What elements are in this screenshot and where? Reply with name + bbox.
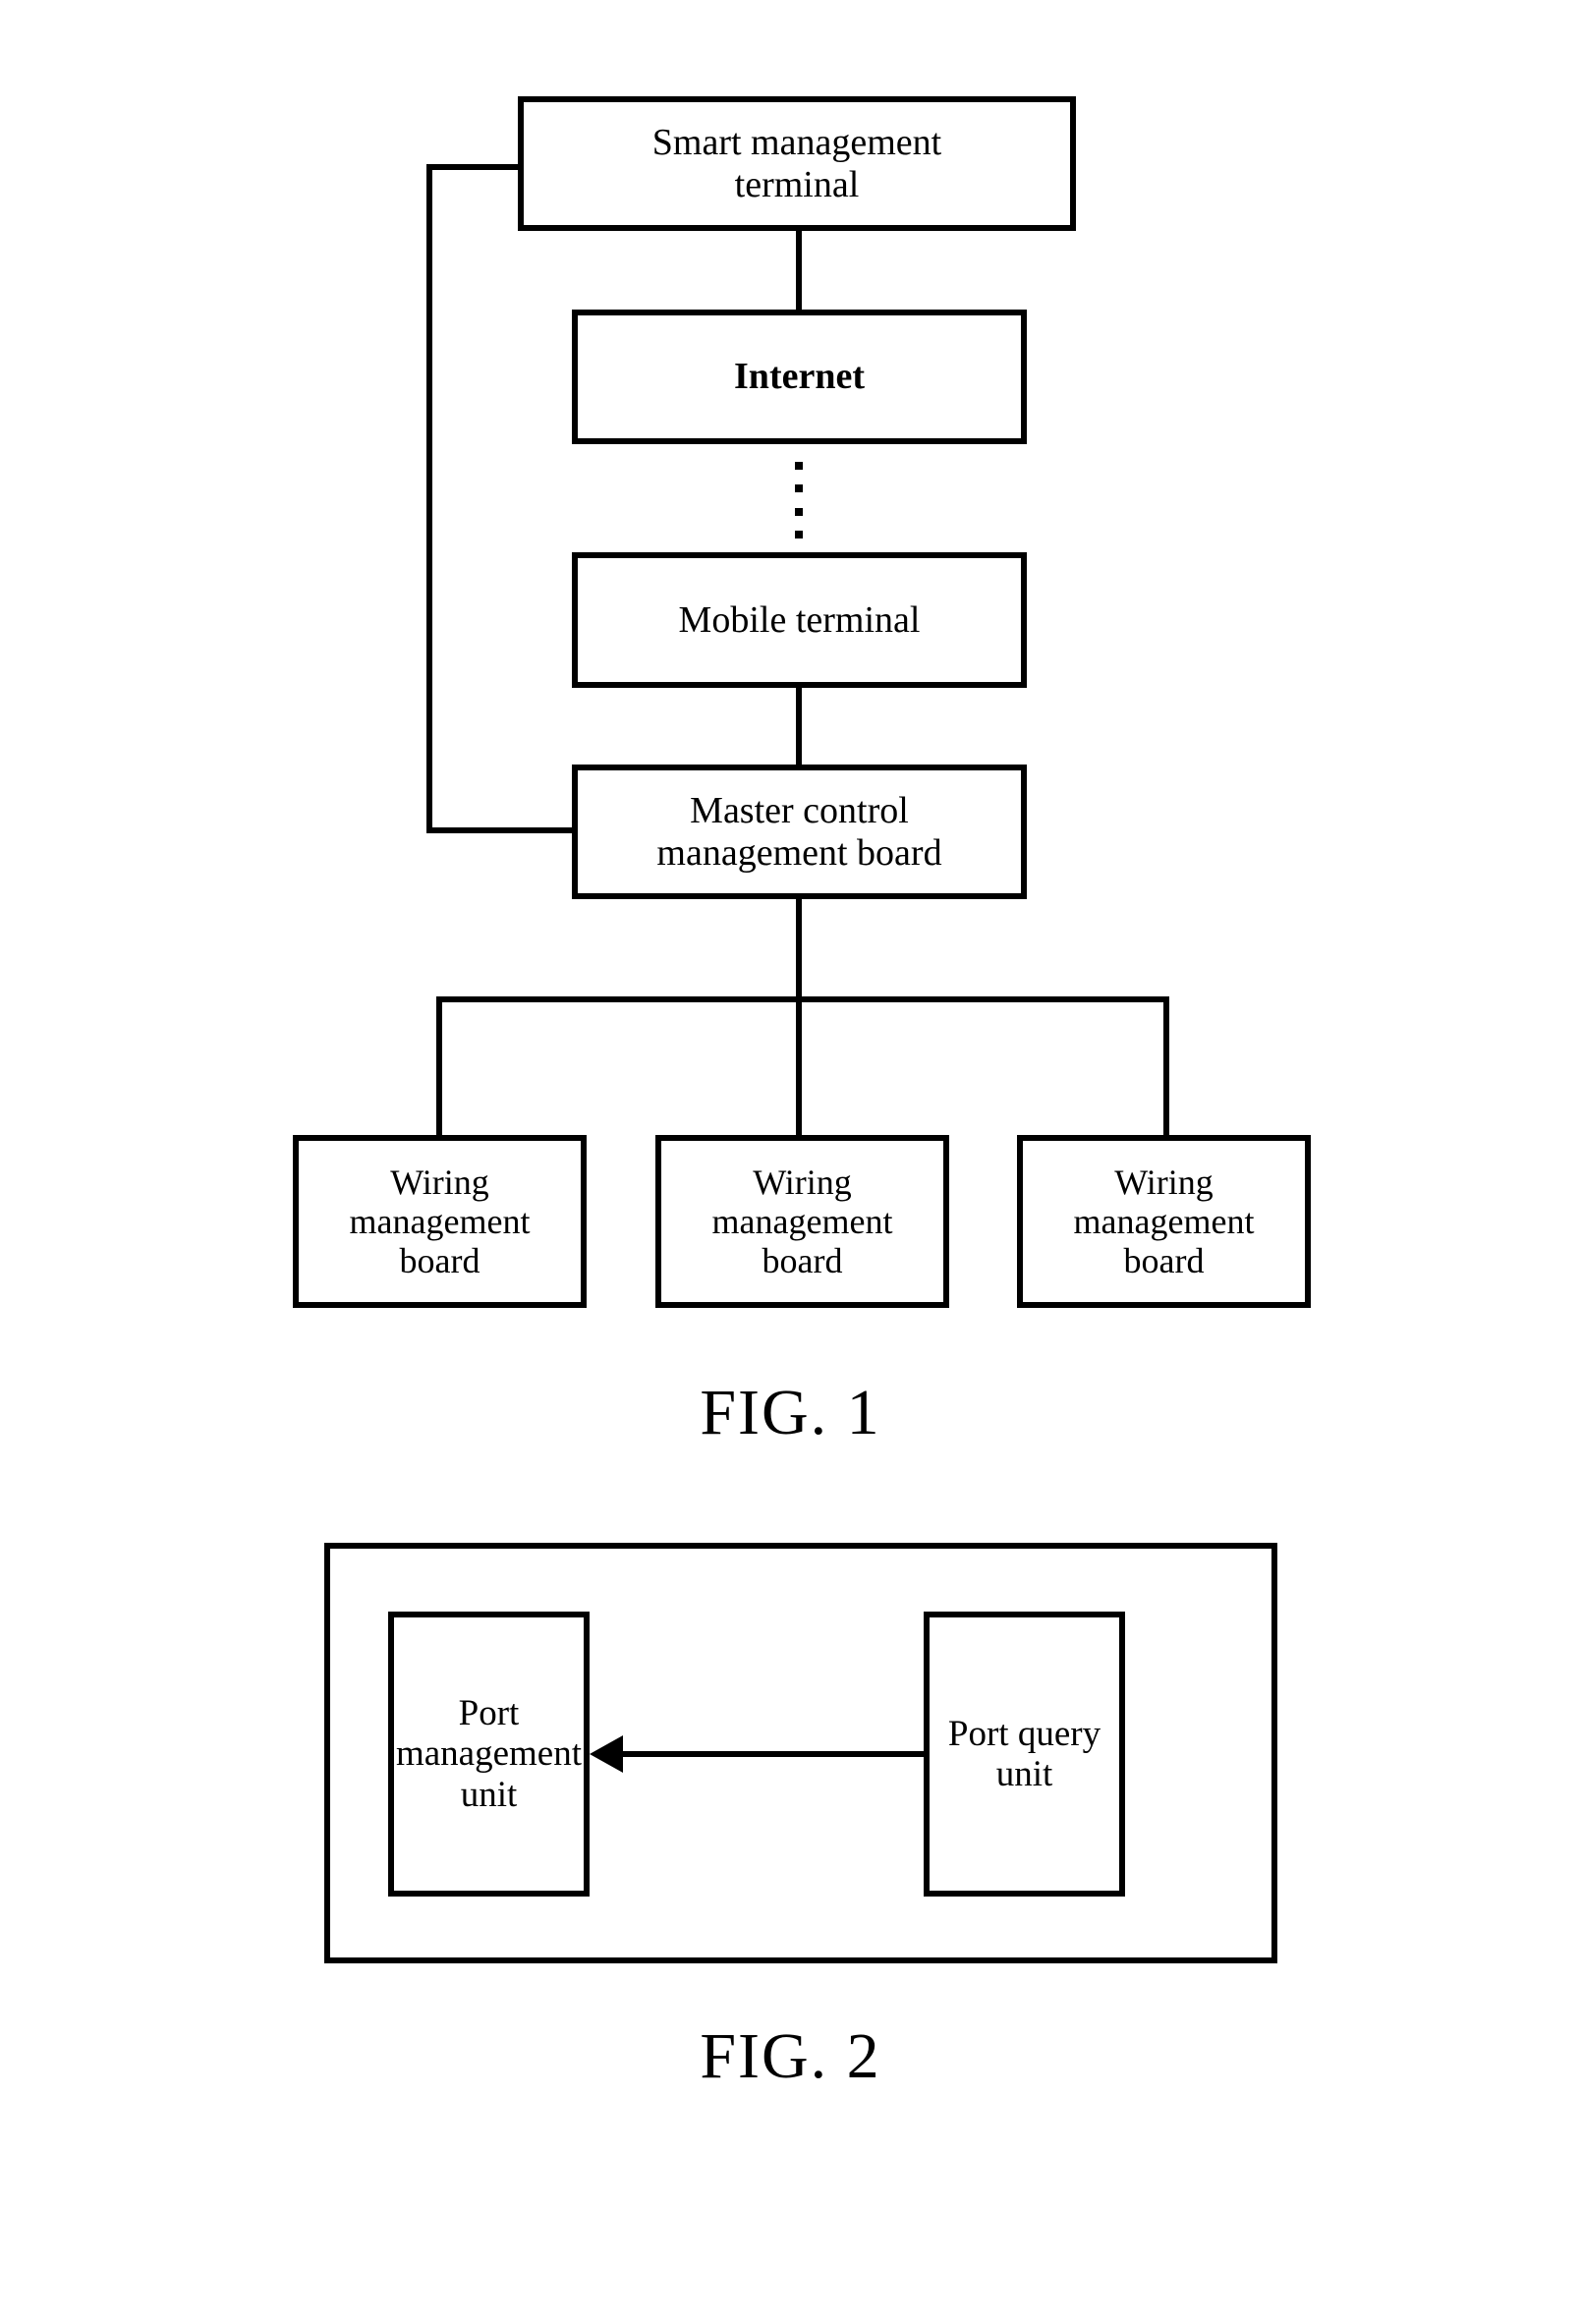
wiring-bus xyxy=(436,996,1169,1002)
node-port-query-unit[interactable]: Port query unit xyxy=(924,1612,1125,1897)
dot xyxy=(795,484,803,493)
node-port-management-unit[interactable]: Port management unit xyxy=(388,1612,590,1897)
connector-terminal-to-internet xyxy=(796,228,802,312)
node-label: Master control management board xyxy=(656,789,942,874)
connector-internet-to-mobile-dotted xyxy=(795,462,803,538)
bus-drop-1 xyxy=(796,996,802,1138)
dot xyxy=(795,530,803,538)
node-label: Internet xyxy=(734,356,865,398)
feedback-top-segment xyxy=(426,164,524,170)
connector-mobile-to-master xyxy=(796,685,802,767)
node-label: Mobile terminal xyxy=(678,598,921,641)
node-label: Wiring management board xyxy=(1073,1162,1255,1281)
node-label: Port query unit xyxy=(947,1713,1101,1794)
node-label: Port management unit xyxy=(395,1692,583,1815)
figure-2-caption: FIG. 2 xyxy=(700,2020,881,2092)
arrow-query-to-management-head xyxy=(590,1735,623,1773)
node-wiring-management-board-1[interactable]: Wiring management board xyxy=(293,1135,587,1308)
arrow-query-to-management-shaft xyxy=(623,1751,926,1757)
dot xyxy=(795,507,803,516)
node-mobile-terminal[interactable]: Mobile terminal xyxy=(572,552,1027,688)
dot xyxy=(795,462,803,470)
node-internet[interactable]: Internet xyxy=(572,310,1027,444)
feedback-bottom-segment xyxy=(426,827,578,833)
figure-1-caption: FIG. 1 xyxy=(700,1377,881,1448)
node-label: Wiring management board xyxy=(349,1162,531,1281)
node-master-control-management-board[interactable]: Master control management board xyxy=(572,765,1027,899)
patent-drawing-page: Smart management terminal Internet Mobil… xyxy=(0,0,1581,2324)
connector-master-to-bus xyxy=(796,896,802,999)
node-label: Wiring management board xyxy=(711,1162,893,1281)
feedback-left-segment xyxy=(426,164,432,833)
node-label: Smart management terminal xyxy=(651,121,942,205)
bus-drop-0 xyxy=(436,996,442,1138)
node-wiring-management-board-3[interactable]: Wiring management board xyxy=(1017,1135,1311,1308)
bus-drop-2 xyxy=(1163,996,1169,1138)
node-smart-management-terminal[interactable]: Smart management terminal xyxy=(518,96,1076,231)
node-wiring-management-board-2[interactable]: Wiring management board xyxy=(655,1135,949,1308)
